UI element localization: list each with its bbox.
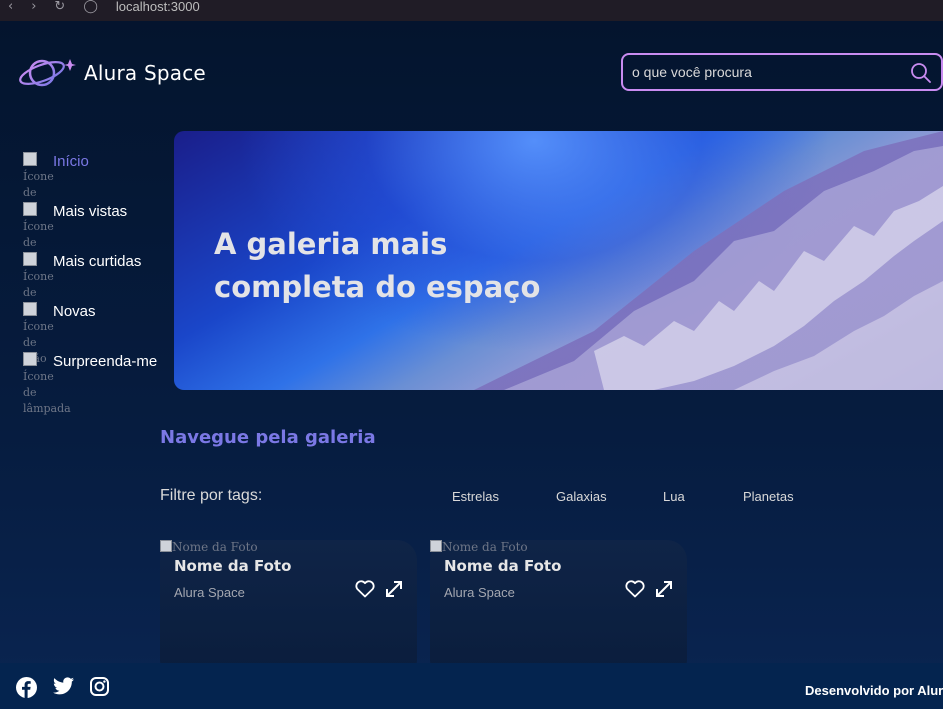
eye-icon: Ícone de	[23, 202, 54, 251]
globe-icon: ◯	[83, 0, 98, 14]
sidebar-item-mais-vistas[interactable]: Ícone de Mais vistas	[23, 200, 163, 250]
hero-banner: A galeria mais completa do espaço	[174, 131, 943, 390]
gallery-title: Navegue pela galeria	[160, 427, 376, 448]
browser-toolbar: ‹ › ↻ ◯ localhost:3000	[0, 0, 943, 21]
filter-label: Filtre por tags:	[160, 487, 263, 504]
banner-title: A galeria mais completa do espaço	[214, 227, 541, 304]
facebook-icon[interactable]	[16, 677, 37, 698]
search-icon[interactable]	[911, 63, 931, 83]
sidebar-item-inicio[interactable]: Ícone de Início	[23, 150, 163, 200]
sidebar-item-label: Início	[53, 153, 89, 170]
planet-icon	[19, 59, 76, 87]
reload-icon[interactable]: ↻	[54, 0, 65, 14]
sidebar: Ícone de Início Ícone de Mais vistas Íco…	[23, 150, 163, 415]
sidebar-item-label: Mais vistas	[53, 203, 128, 220]
photo-card: Nome da Foto Nome da Foto Alura Space	[430, 540, 687, 680]
heart-icon[interactable]	[355, 580, 375, 598]
footer-credit: Desenvolvido por Alura	[805, 683, 943, 698]
sidebar-item-label: Novas	[53, 303, 96, 320]
home-icon: Ícone de	[23, 152, 54, 201]
heart-icon[interactable]	[625, 580, 645, 598]
tag-estrelas[interactable]: Estrelas	[452, 489, 499, 504]
photo-name: Nome da Foto	[174, 557, 292, 575]
sidebar-item-label: Surpreenda-me	[53, 353, 158, 370]
expand-icon[interactable]	[655, 580, 673, 598]
sidebar-item-surpreenda-me[interactable]: Ícone de lâmpada Surpreenda-me	[23, 350, 163, 415]
twitter-icon[interactable]	[53, 677, 74, 695]
photo-author: Alura Space	[174, 585, 245, 600]
back-icon[interactable]: ‹	[8, 0, 13, 14]
logo-text: Alura Space	[84, 61, 206, 85]
sidebar-item-label: Mais curtidas	[53, 253, 142, 270]
photo-card: Nome da Foto Nome da Foto Alura Space	[160, 540, 417, 680]
tag-lua[interactable]: Lua	[663, 489, 685, 504]
address-bar[interactable]: localhost:3000	[116, 0, 200, 14]
expand-icon[interactable]	[385, 580, 403, 598]
heart-icon: Ícone de	[23, 252, 54, 301]
search-input[interactable]	[623, 64, 893, 80]
search-box	[621, 53, 943, 91]
lightbulb-icon: Ícone de lâmpada	[23, 352, 71, 417]
logo[interactable]: Alura Space	[18, 53, 206, 93]
tag-planetas[interactable]: Planetas	[743, 489, 794, 504]
sidebar-item-novas[interactable]: Ícone de mão Novas	[23, 300, 163, 365]
forward-icon[interactable]: ›	[31, 0, 36, 14]
tag-galaxias[interactable]: Galaxias	[556, 489, 607, 504]
photo-author: Alura Space	[444, 585, 515, 600]
photo-image: Nome da Foto	[430, 540, 528, 554]
footer: Desenvolvido por Alura	[0, 663, 943, 709]
photo-name: Nome da Foto	[444, 557, 562, 575]
instagram-icon[interactable]	[90, 677, 109, 696]
photo-image: Nome da Foto	[160, 540, 258, 554]
sidebar-item-mais-curtidas[interactable]: Ícone de Mais curtidas	[23, 250, 163, 300]
